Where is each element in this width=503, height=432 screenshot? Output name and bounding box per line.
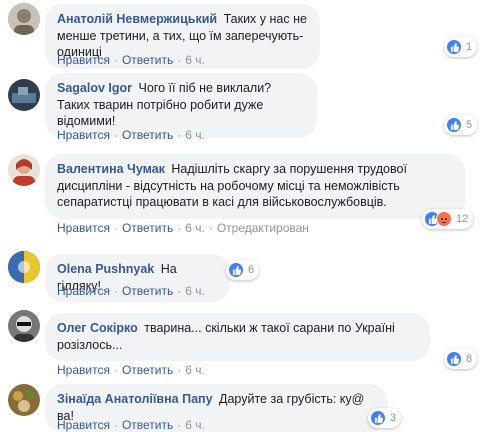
comment-author[interactable]: Зінаїда Анатоліївна Папу [57, 392, 213, 406]
avatar-photo-icon [8, 79, 40, 111]
like-link[interactable]: Нравится [57, 418, 110, 432]
comment-bubble: Олег Сокірко тварина... скільки ж такої … [45, 313, 430, 361]
reactions-badge[interactable]: 5 [444, 115, 478, 135]
like-link[interactable]: Нравится [57, 128, 110, 142]
like-link[interactable]: Нравится [57, 221, 110, 235]
avatar-photo-icon [8, 384, 40, 416]
reactions-badge[interactable]: 6 [226, 260, 260, 280]
reaction-count: 3 [390, 412, 397, 424]
comment-bubble: Валентина Чумак Надішліть скаргу за пору… [45, 154, 465, 219]
reply-link[interactable]: Ответить [122, 284, 173, 298]
like-link[interactable]: Нравится [57, 284, 110, 298]
avatar[interactable] [8, 154, 40, 186]
comment-actions: Нравится · Ответить · 6 ч. [57, 53, 205, 67]
timestamp[interactable]: 6 ч. [185, 284, 205, 298]
reply-link[interactable]: Ответить [122, 128, 173, 142]
reaction-count: 12 [456, 213, 469, 225]
reaction-count: 5 [466, 119, 473, 131]
reply-link[interactable]: Ответить [122, 418, 173, 432]
like-reaction-icon [370, 410, 386, 426]
comment-author[interactable]: Валентина Чумак [57, 162, 165, 176]
reactions-badge[interactable]: 1 [444, 37, 478, 57]
avatar[interactable] [8, 79, 40, 111]
like-link[interactable]: Нравится [57, 363, 110, 377]
avatar-photo-icon [8, 3, 40, 35]
comment-actions: Нравится · Ответить · 6 ч. [57, 284, 205, 298]
comment-author[interactable]: Олег Сокірко [57, 321, 138, 335]
reactions-badge[interactable]: 12 [422, 209, 474, 229]
timestamp[interactable]: 6 ч. [185, 363, 205, 377]
reaction-count: 8 [466, 353, 473, 365]
edited-label[interactable]: Отредактирован [217, 221, 309, 235]
avatar-photo-icon [8, 310, 40, 342]
like-reaction-icon [446, 117, 462, 133]
angry-reaction-icon [436, 211, 452, 227]
reply-link[interactable]: Ответить [122, 363, 173, 377]
avatar-photo-icon [8, 251, 40, 283]
reaction-count: 1 [466, 41, 473, 53]
comment-author[interactable]: Sagalov Igor [57, 81, 132, 95]
timestamp[interactable]: 6 ч. [185, 221, 205, 235]
comment-author[interactable]: Olena Pushnyak [57, 262, 154, 276]
like-reaction-icon [446, 39, 462, 55]
reply-link[interactable]: Ответить [122, 221, 173, 235]
comment-actions: Нравится · Ответить · 6 ч. [57, 363, 205, 377]
reactions-badge[interactable]: 8 [444, 349, 478, 369]
like-reaction-icon [228, 262, 244, 278]
comment-author[interactable]: Анатолій Невмержицький [57, 12, 217, 26]
reply-link[interactable]: Ответить [122, 53, 173, 67]
timestamp[interactable]: 6 ч. [185, 53, 205, 67]
timestamp[interactable]: 6 ч. [185, 128, 205, 142]
timestamp[interactable]: 6 ч. [185, 418, 205, 432]
comment-actions: Нравится · Ответить · 6 ч. [57, 418, 205, 432]
like-link[interactable]: Нравится [57, 53, 110, 67]
comment-actions: Нравится · Ответить · 6 ч. [57, 128, 205, 142]
avatar-photo-icon [8, 154, 40, 186]
reactions-badge[interactable]: 3 [368, 408, 402, 428]
avatar[interactable] [8, 310, 40, 342]
comment-actions: Нравится · Ответить · 6 ч. · Отредактирован [57, 221, 309, 235]
avatar[interactable] [8, 3, 40, 35]
avatar[interactable] [8, 384, 40, 416]
reaction-count: 6 [248, 264, 255, 276]
like-reaction-icon [446, 351, 462, 367]
avatar[interactable] [8, 251, 40, 283]
